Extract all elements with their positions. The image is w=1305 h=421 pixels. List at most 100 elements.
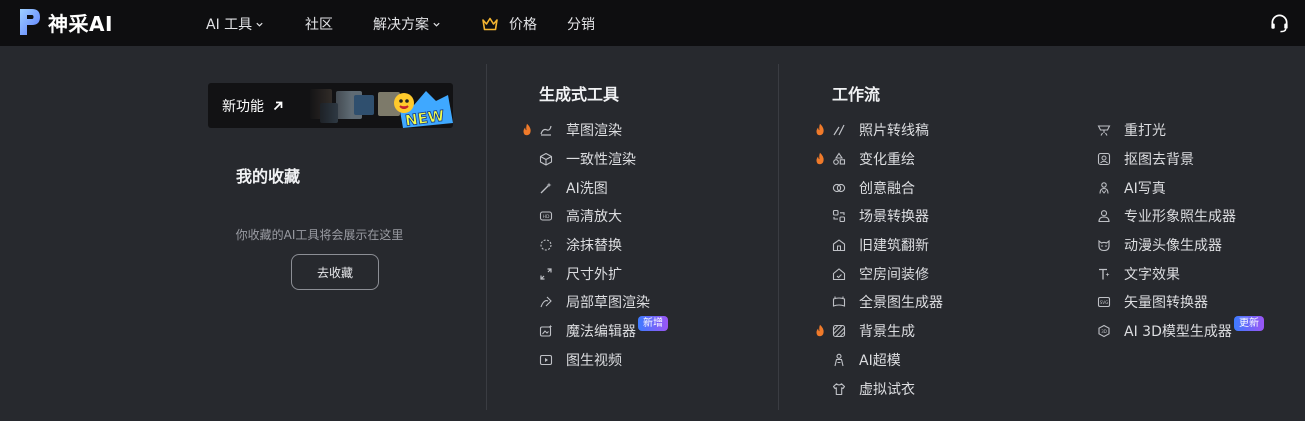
menu-item[interactable]: AI写真 [1097, 173, 1236, 202]
svg-icon: SVG [1097, 297, 1111, 308]
menu-item[interactable]: 专业形象照生成器 [1097, 202, 1236, 231]
menu-item-label: 创意融合 [859, 180, 915, 197]
anime-icon [1098, 239, 1110, 252]
logo[interactable]: 神采AI [18, 6, 113, 38]
menu-item-label: 场景转换器 [859, 209, 929, 226]
menu-item[interactable]: 局部草图渲染 [539, 288, 650, 317]
nav-pricing[interactable]: 价格 [481, 14, 537, 34]
nav-solutions[interactable]: 解决方案 [373, 14, 441, 34]
fire-icon [816, 324, 824, 337]
menu-item[interactable]: 抠图去背景 [1097, 145, 1236, 174]
brand-name: 神采AI [48, 11, 113, 36]
cube-icon [539, 152, 553, 166]
menu-item-label: 背景生成 [859, 324, 915, 341]
menu-item[interactable]: 变化重绘 [816, 145, 943, 174]
menu-item-label: 尺寸外扩 [566, 266, 622, 283]
headshot-icon [1098, 210, 1110, 223]
brush-area-icon [540, 239, 552, 251]
menu-item-label: 虚拟试衣 [859, 381, 915, 398]
favorites-empty-text: 你收藏的AI工具将会展示在这里 [235, 228, 404, 242]
nav-affiliate[interactable]: 分销 [567, 14, 595, 34]
menu-item[interactable]: 场景转换器 [832, 202, 943, 231]
crown-icon [482, 17, 498, 31]
menu-item-label: 抠图去背景 [1124, 152, 1194, 169]
partial-sketch-icon [540, 297, 552, 308]
menu-item[interactable]: 旧建筑翻新 [832, 231, 943, 260]
menu-item[interactable]: 虚拟试衣 [832, 374, 943, 403]
new-feature-banner[interactable]: NEW 新功能 [208, 83, 453, 128]
menu-item[interactable]: 尺寸外扩 [539, 259, 650, 288]
image-to-video-icon [539, 354, 553, 365]
expand-icon [540, 268, 552, 280]
menu-item[interactable]: 背景生成 [816, 317, 943, 346]
menu-item-label: 空房间装修 [859, 266, 929, 283]
workflow-list-1: 照片转线稿变化重绘创意融合场景转换器旧建筑翻新空房间装修全景图生成器 背景生成 AI… [816, 116, 943, 403]
sketch-render-icon [540, 126, 552, 136]
go-favorite-button[interactable]: 去收藏 [291, 254, 379, 290]
headset-icon[interactable] [1269, 13, 1290, 34]
menu-item[interactable]: AI超模 [832, 346, 943, 375]
menu-item[interactable]: 3D AI 3D模型生成器 更新 [1097, 315, 1264, 346]
menu-item-label: 专业形象照生成器 [1124, 209, 1236, 226]
house-icon [832, 268, 846, 280]
menu-item[interactable]: 涂抹替换 [539, 231, 650, 260]
menu-item[interactable]: 重打光 [1097, 116, 1236, 145]
menu-item[interactable]: 魔法编辑器 新增 [539, 315, 668, 346]
menu-item-label: AI 3D模型生成器 [1124, 324, 1232, 341]
chevron-down-icon [433, 22, 440, 27]
menu-item-label: 变化重绘 [859, 152, 915, 169]
favorites-title: 我的收藏 [236, 167, 301, 186]
menu-item[interactable]: AI洗图 [539, 173, 650, 202]
nav-community-label: 社区 [305, 17, 333, 33]
gen-tools-title: 生成式工具 [539, 85, 620, 104]
fire-icon [523, 123, 531, 136]
arrow-up-right-icon [273, 101, 283, 111]
menu-item-label: 局部草图渲染 [566, 295, 650, 312]
menu-item[interactable]: 图生视频 [539, 346, 650, 375]
menu-item[interactable]: 一致性渲染 [539, 145, 650, 174]
svg-text:HD: HD [543, 215, 550, 221]
menu-item-label: 高清放大 [566, 209, 622, 226]
svg-text:3D: 3D [1101, 329, 1107, 334]
menu-item[interactable]: 全景图生成器 [832, 288, 943, 317]
line-art-icon [833, 125, 845, 136]
menu-item[interactable]: 创意融合 [832, 173, 943, 202]
3d-icon: 3D [1098, 325, 1110, 338]
magic-wand-icon [540, 182, 552, 194]
menu-item-label: 全景图生成器 [859, 295, 943, 312]
menu-item[interactable]: 空房间装修 [832, 259, 943, 288]
new-feature-label-wrap: 新功能 [222, 96, 284, 116]
menu-item[interactable]: 草图渲染 [523, 116, 650, 145]
menu-item-label: AI写真 [1124, 180, 1166, 197]
logo-icon [20, 9, 40, 35]
menu-item-label: 重打光 [1124, 123, 1166, 140]
top-nav-bar: 神采AI AI 工具 社区 解决方案 价格 分销 [0, 0, 1305, 46]
menu-item[interactable]: SVG 矢量图转换器 [1097, 288, 1236, 317]
relight-icon [1097, 125, 1111, 137]
new-tag-badge: 更新 [1234, 315, 1264, 331]
nav-pricing-label: 价格 [509, 17, 537, 33]
column-divider [486, 64, 487, 410]
nav-solutions-label: 解决方案 [373, 17, 429, 33]
model-icon [834, 353, 844, 366]
menu-item-label: 旧建筑翻新 [859, 238, 929, 255]
workflow-list-2: 重打光抠图去背景 AI写真专业形象照生成器 动漫头像生成器 文字效果 SVG 矢量图转换器… [1097, 116, 1264, 346]
nav-ai-tools-label: AI 工具 [206, 17, 253, 33]
shapes-icon [833, 152, 846, 165]
menu-item[interactable]: 动漫头像生成器 [1097, 231, 1236, 260]
column-divider [778, 64, 779, 410]
background-icon [832, 325, 846, 338]
menu-item-label: 文字效果 [1124, 266, 1180, 283]
menu-item[interactable]: 照片转线稿 [816, 116, 943, 145]
workflow-title: 工作流 [832, 85, 881, 104]
menu-item-label: 动漫头像生成器 [1124, 238, 1222, 255]
nav-community[interactable]: 社区 [305, 14, 333, 34]
menu-item[interactable]: 文字效果 [1097, 259, 1236, 288]
portrait-icon [1099, 181, 1109, 194]
fire-icon [816, 123, 824, 136]
menu-item[interactable]: HD 高清放大 [539, 202, 650, 231]
nav-ai-tools[interactable]: AI 工具 [206, 14, 264, 34]
remove-bg-icon [1097, 152, 1111, 166]
chevron-down-icon [256, 22, 263, 27]
gen-tools-list: 草图渲染 一致性渲染 AI洗图 HD 高清放大涂抹替换尺寸外扩局部草图渲染魔法编辑器 新增… [523, 116, 668, 375]
